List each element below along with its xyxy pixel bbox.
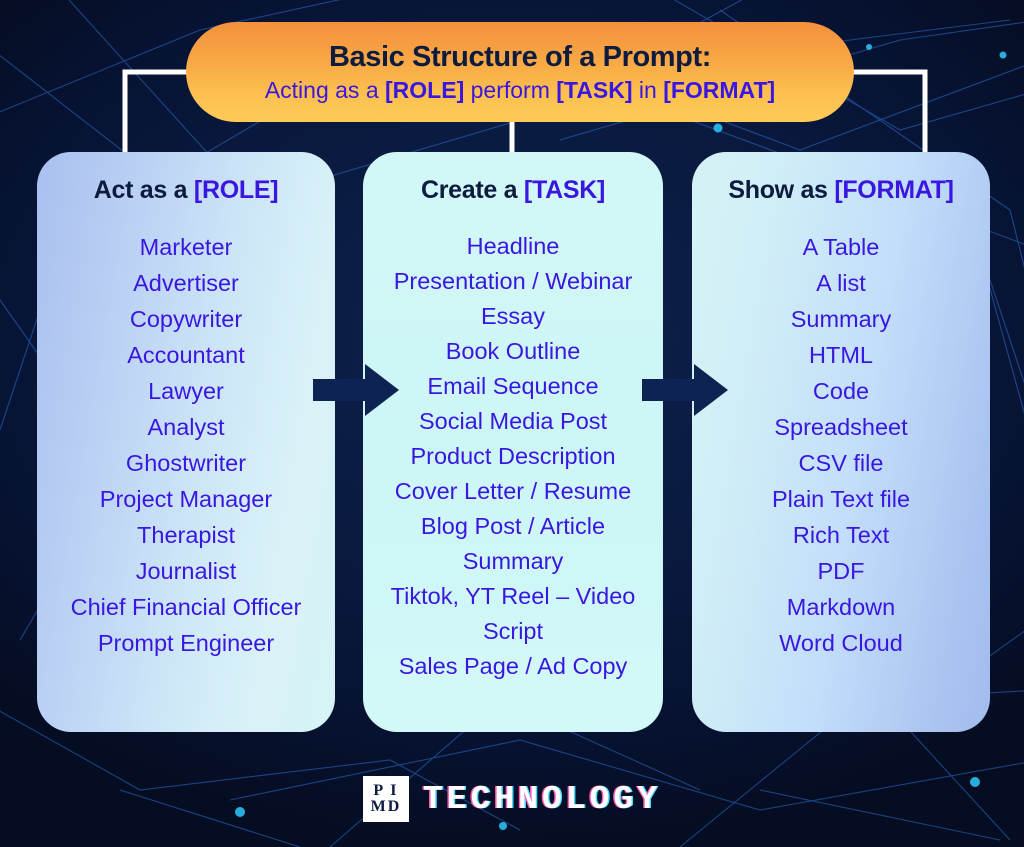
header-subtitle-part-4: in bbox=[632, 76, 664, 103]
list-item: Therapist bbox=[137, 522, 235, 548]
card-heading-format-placeholder: [FORMAT] bbox=[834, 176, 954, 204]
header-subtitle-part-0: Acting as a bbox=[264, 76, 386, 103]
card-heading-role-prefix: Act as a bbox=[93, 176, 194, 204]
list-item: Presentation / Webinar bbox=[393, 268, 633, 294]
list-item: HTML bbox=[809, 342, 873, 368]
list-item: Rich Text bbox=[792, 522, 890, 548]
list-item: Copywriter bbox=[129, 306, 243, 332]
list-item: PDF bbox=[817, 558, 865, 584]
logo-line-1: P I bbox=[373, 782, 399, 799]
list-item: A Table bbox=[802, 234, 880, 260]
arrow-task-to-format-icon bbox=[642, 364, 728, 416]
list-item: Chief Financial Officer bbox=[70, 594, 302, 620]
card-heading-format-prefix: Show as bbox=[728, 176, 835, 204]
list-item: Accountant bbox=[127, 342, 245, 368]
column-card-role: Act as a [ROLE] Marketer Advertiser Copywr… bbox=[37, 152, 335, 732]
card-heading-format: Show as [FORMAT] bbox=[692, 178, 990, 203]
header-banner: Basic Structure of a Prompt: Acting as a… bbox=[186, 22, 854, 122]
list-item: Book Outline bbox=[445, 338, 581, 364]
list-item: Product Description bbox=[410, 443, 616, 469]
card-heading-task: Create a [TASK] bbox=[363, 178, 663, 203]
list-item: Tiktok, YT Reel – Video Script bbox=[390, 583, 636, 644]
footer-brand: P I MD TECHNOLOGY bbox=[0, 768, 1024, 830]
list-item: Sales Page / Ad Copy bbox=[398, 653, 628, 679]
list-item: Ghostwriter bbox=[125, 450, 247, 476]
list-item: Email Sequence bbox=[427, 373, 599, 399]
list-item: Advertiser bbox=[133, 270, 239, 296]
pimd-logo-mark: P I MD bbox=[362, 776, 409, 822]
list-task: Headline Presentation / Webinar Essay Book … bbox=[363, 229, 663, 684]
list-item: Plain Text file bbox=[771, 486, 911, 512]
header-subtitle: Acting as a [ROLE] perform [TASK] in [FO… bbox=[264, 76, 776, 103]
card-heading-task-placeholder: [TASK] bbox=[523, 176, 605, 204]
card-heading-role: Act as a [ROLE] bbox=[37, 178, 335, 203]
header-subtitle-part-5: [FORMAT] bbox=[663, 76, 776, 103]
column-card-format: Show as [FORMAT] A Table A list Summary HTM… bbox=[692, 152, 990, 732]
logo-line-2: MD bbox=[370, 798, 402, 815]
list-item: Analyst bbox=[147, 414, 225, 440]
list-item: Markdown bbox=[786, 594, 896, 620]
header-subtitle-part-3: [TASK] bbox=[556, 76, 633, 103]
header-subtitle-part-2: perform bbox=[464, 76, 557, 103]
list-item: Blog Post / Article bbox=[420, 513, 606, 539]
card-heading-task-prefix: Create a bbox=[421, 176, 524, 204]
page-title: Basic Structure of a Prompt: bbox=[329, 40, 711, 73]
list-item: Summary bbox=[462, 548, 564, 574]
header-subtitle-part-1: [ROLE] bbox=[385, 76, 465, 103]
list-item: Prompt Engineer bbox=[97, 630, 275, 656]
list-item: Project Manager bbox=[99, 486, 273, 512]
list-item: Spreadsheet bbox=[774, 414, 908, 440]
list-item: Word Cloud bbox=[779, 630, 903, 656]
list-item: Summary bbox=[790, 306, 892, 332]
list-item: Code bbox=[812, 378, 870, 404]
infographic-canvas: Basic Structure of a Prompt: Acting as a… bbox=[0, 0, 1024, 847]
list-format: A Table A list Summary HTML Code Spreadsheet C… bbox=[692, 229, 990, 661]
list-item: Marketer bbox=[139, 234, 233, 260]
list-item: Essay bbox=[481, 303, 545, 329]
list-item: Lawyer bbox=[148, 378, 224, 404]
list-item: CSV file bbox=[798, 450, 884, 476]
card-heading-role-placeholder: [ROLE] bbox=[193, 176, 279, 204]
list-item: Headline bbox=[466, 233, 560, 259]
list-item: Social Media Post bbox=[418, 408, 608, 434]
brand-wordmark: TECHNOLOGY bbox=[422, 780, 662, 818]
list-item: Cover Letter / Resume bbox=[394, 478, 632, 504]
arrow-role-to-task-icon bbox=[313, 364, 399, 416]
column-card-task: Create a [TASK] Headline Presentation / W… bbox=[363, 152, 663, 732]
list-item: A list bbox=[816, 270, 866, 296]
list-role: Marketer Advertiser Copywriter Accountant La… bbox=[37, 229, 335, 661]
list-item: Journalist bbox=[135, 558, 237, 584]
